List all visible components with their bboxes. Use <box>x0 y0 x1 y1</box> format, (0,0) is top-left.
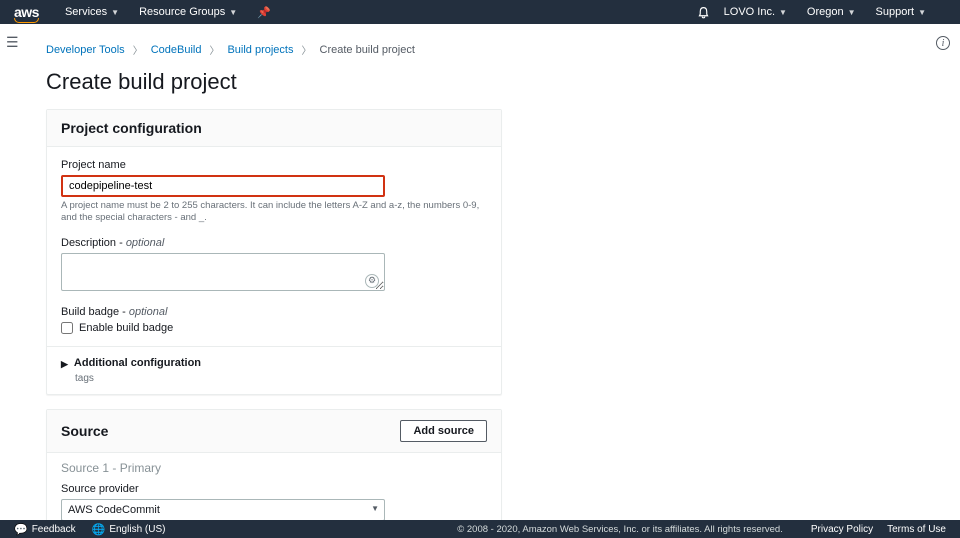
main-content: Developer Tools 〉 CodeBuild 〉 Build proj… <box>20 24 932 520</box>
globe-icon: 🌐 <box>92 523 106 536</box>
aws-logo[interactable]: aws <box>14 4 39 20</box>
feedback-link[interactable]: 💬 Feedback <box>14 523 76 536</box>
footer: 💬 Feedback 🌐 English (US) © 2008 - 2020,… <box>0 520 960 538</box>
project-config-title: Project configuration <box>61 120 202 136</box>
build-badge-label: Build badge - optional <box>61 306 487 318</box>
crumb-codebuild[interactable]: CodeBuild <box>151 44 202 56</box>
caret-down-icon: ▼ <box>111 8 119 17</box>
nav-account-label: LOVO Inc. <box>724 6 775 18</box>
breadcrumb: Developer Tools 〉 CodeBuild 〉 Build proj… <box>46 42 906 57</box>
additional-config-expander[interactable]: ▶ Additional configuration <box>61 357 487 371</box>
description-textarea[interactable] <box>61 253 385 291</box>
caret-down-icon: ▼ <box>848 8 856 17</box>
nav-services[interactable]: Services ▼ <box>65 6 119 18</box>
triangle-right-icon: ▶ <box>61 357 68 371</box>
gear-icon[interactable]: ⚙ <box>365 274 379 288</box>
source-provider-select[interactable]: AWS CodeCommit <box>61 499 385 520</box>
description-label: Description - optional <box>61 237 487 249</box>
info-icon[interactable]: i <box>936 36 950 50</box>
nav-account[interactable]: LOVO Inc. ▼ <box>724 6 787 18</box>
nav-services-label: Services <box>65 6 107 18</box>
privacy-link[interactable]: Privacy Policy <box>811 524 873 535</box>
source-panel: Source Add source Source 1 - Primary Sou… <box>46 409 502 520</box>
nav-region[interactable]: Oregon ▼ <box>807 6 856 18</box>
chevron-right-icon: 〉 <box>302 42 312 57</box>
crumb-current: Create build project <box>320 44 415 56</box>
top-nav: aws Services ▼ Resource Groups ▼ 📌 LOVO … <box>0 0 960 24</box>
project-name-input[interactable] <box>61 175 385 197</box>
caret-down-icon: ▼ <box>229 8 237 17</box>
source-provider-label: Source provider <box>61 483 487 495</box>
caret-down-icon: ▼ <box>779 8 787 17</box>
source-header: Source Add source <box>47 410 501 453</box>
project-config-panel: Project configuration Project name A pro… <box>46 109 502 395</box>
language-selector[interactable]: 🌐 English (US) <box>92 523 166 536</box>
pin-icon[interactable]: 📌 <box>257 6 271 19</box>
enable-build-badge-text: Enable build badge <box>79 322 173 334</box>
copyright-text: © 2008 - 2020, Amazon Web Services, Inc.… <box>457 524 783 535</box>
nav-support-label: Support <box>876 6 915 18</box>
nav-support[interactable]: Support ▼ <box>876 6 926 18</box>
sidebar-toggle-icon[interactable]: ☰ <box>6 34 19 51</box>
page-title: Create build project <box>46 69 906 95</box>
project-name-label: Project name <box>61 159 487 171</box>
additional-config-sub: tags <box>75 373 487 384</box>
chevron-right-icon: 〉 <box>133 42 143 57</box>
crumb-developer-tools[interactable]: Developer Tools <box>46 44 125 56</box>
nav-region-label: Oregon <box>807 6 844 18</box>
terms-link[interactable]: Terms of Use <box>887 524 946 535</box>
enable-build-badge-checkbox[interactable] <box>61 322 73 334</box>
caret-down-icon: ▼ <box>918 8 926 17</box>
chevron-right-icon: 〉 <box>209 42 219 57</box>
source-title: Source <box>61 423 108 439</box>
nav-resource-groups[interactable]: Resource Groups ▼ <box>139 6 237 18</box>
nav-resource-groups-label: Resource Groups <box>139 6 225 18</box>
source-subsection: Source 1 - Primary <box>47 453 501 479</box>
notifications-icon[interactable] <box>697 6 710 19</box>
project-name-help: A project name must be 2 to 255 characte… <box>61 200 487 225</box>
caret-down-icon: ▼ <box>371 504 379 513</box>
project-config-header: Project configuration <box>47 110 501 147</box>
crumb-build-projects[interactable]: Build projects <box>227 44 293 56</box>
add-source-button[interactable]: Add source <box>400 420 487 442</box>
speech-bubble-icon: 💬 <box>14 523 28 536</box>
